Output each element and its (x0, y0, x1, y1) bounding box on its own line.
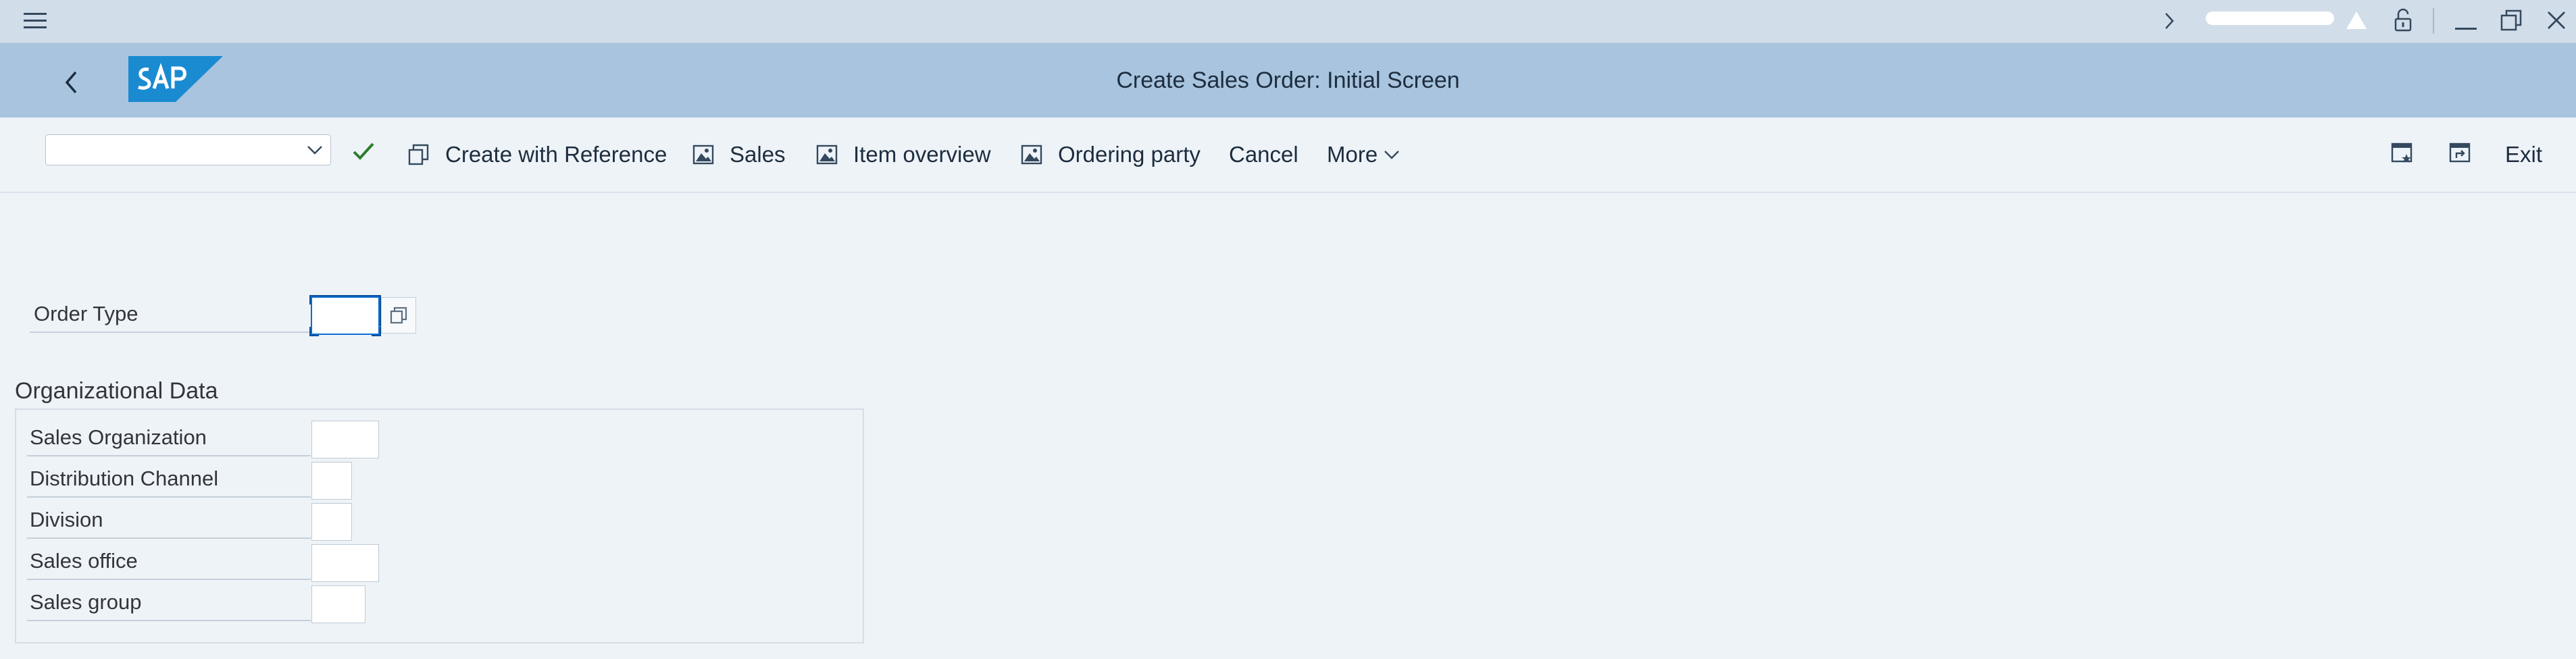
cancel-label: Cancel (1229, 142, 1298, 167)
more-label: More (1327, 142, 1378, 167)
order-type-underline (30, 332, 311, 333)
checkmark-icon (353, 142, 374, 160)
chevron-down-icon (1384, 151, 1400, 159)
sales-group-label: Sales group (30, 590, 142, 614)
sales-office-underline (27, 579, 311, 580)
new-window-icon (2391, 142, 2413, 163)
image-icon (816, 144, 838, 165)
command-field-select[interactable] (45, 134, 331, 165)
division-label: Division (30, 508, 103, 531)
division-input[interactable] (311, 503, 352, 541)
chevron-left-icon (65, 71, 77, 94)
unlock-icon[interactable] (2390, 5, 2417, 35)
sales-group-underline (27, 620, 311, 621)
switch-window-icon (2449, 142, 2471, 163)
copy-icon (408, 144, 429, 165)
cancel-button[interactable]: Cancel (1229, 117, 1298, 192)
image-icon (1021, 144, 1042, 165)
sales-button[interactable]: Sales (692, 117, 786, 192)
switch-session-button[interactable] (2446, 138, 2475, 167)
sales-group-input[interactable] (311, 585, 365, 623)
distribution-channel-underline (27, 496, 311, 498)
sales-office-input[interactable] (311, 544, 379, 582)
chevron-right-icon[interactable] (2157, 7, 2181, 35)
division-underline (27, 537, 311, 539)
restore-icon[interactable] (2496, 5, 2526, 35)
order-type-value-help-button[interactable] (381, 297, 416, 334)
item-overview-button[interactable]: Item overview (815, 117, 991, 192)
warning-icon[interactable] (2343, 7, 2370, 34)
value-help-icon (390, 307, 407, 324)
close-icon[interactable] (2542, 5, 2571, 35)
create-with-reference-label: Create with Reference (445, 142, 667, 167)
sales-organization-underline (27, 455, 311, 456)
system-bar (0, 0, 2576, 43)
exit-label: Exit (2505, 142, 2543, 167)
distribution-channel-label: Distribution Channel (30, 467, 219, 490)
sales-organization-input[interactable] (311, 421, 379, 458)
minimize-icon[interactable] (2451, 7, 2481, 35)
sales-office-label: Sales office (30, 549, 138, 573)
menu-icon[interactable] (15, 5, 55, 36)
ordering-party-button[interactable]: Ordering party (1020, 117, 1201, 192)
organizational-data-title: Organizational Data (15, 378, 218, 404)
more-menu-button[interactable]: More (1327, 117, 1400, 192)
create-with-reference-button[interactable]: Create with Reference (407, 117, 667, 192)
title-bar (0, 43, 2576, 117)
sales-organization-label: Sales Organization (30, 425, 207, 449)
exit-button[interactable]: Exit (2505, 117, 2542, 192)
ordering-party-label: Ordering party (1058, 142, 1201, 167)
item-overview-label: Item overview (853, 142, 991, 167)
distribution-channel-input[interactable] (311, 462, 352, 500)
order-type-label: Order Type (34, 302, 138, 325)
redacted-system-info (2206, 11, 2334, 25)
new-session-button[interactable] (2388, 138, 2417, 167)
image-icon (692, 144, 714, 165)
sales-label: Sales (730, 142, 786, 167)
toolbar-separator (2433, 8, 2434, 34)
enter-checkmark-button[interactable] (349, 136, 378, 166)
back-button[interactable] (51, 63, 92, 101)
sap-logo (128, 56, 223, 102)
chevron-down-icon (306, 142, 324, 158)
